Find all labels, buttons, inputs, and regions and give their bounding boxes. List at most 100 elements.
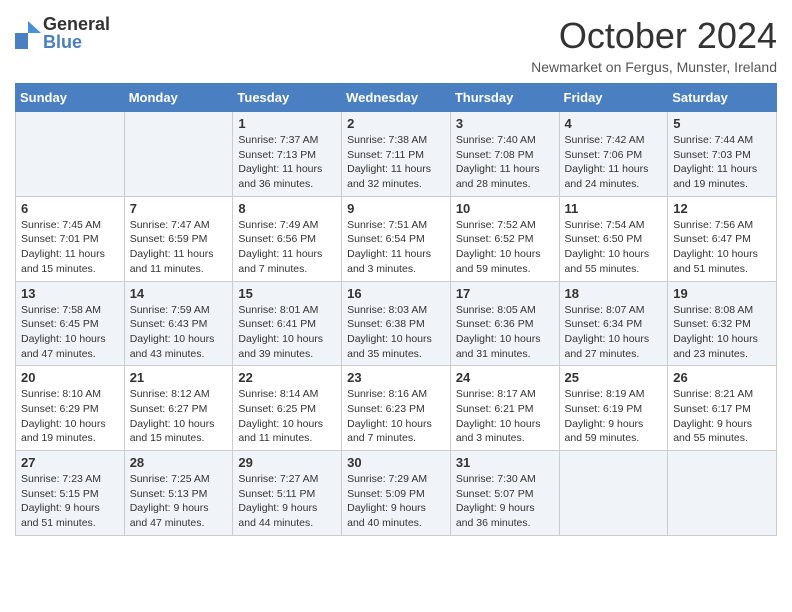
day-number: 3 [456,116,554,131]
day-cell: 4Sunrise: 7:42 AMSunset: 7:06 PMDaylight… [559,112,668,197]
day-cell: 18 Sunrise: 8:07 AMSunset: 6:34 PMDayligh… [559,281,668,366]
day-info: Sunrise: 8:14 AMSunset: 6:25 PMDaylight:… [238,388,323,444]
col-header-wednesday: Wednesday [342,84,451,112]
day-info: Sunrise: 8:19 AMSunset: 6:19 PMDaylight:… [565,388,645,444]
day-info: Sunrise: 8:16 AMSunset: 6:23 PMDaylight:… [347,388,432,444]
day-cell: 14 Sunrise: 7:59 AMSunset: 6:43 PMDayligh… [124,281,233,366]
day-cell [668,451,777,536]
day-info: Sunrise: 8:07 AMSunset: 6:34 PMDaylight:… [565,304,650,360]
day-number: 19 [673,286,771,301]
day-info: Sunrise: 7:29 AMSunset: 5:09 PMDaylight:… [347,473,427,529]
day-cell: 7 Sunrise: 7:47 AMSunset: 6:59 PMDaylight… [124,196,233,281]
day-info: Sunrise: 8:05 AMSunset: 6:36 PMDaylight:… [456,304,541,360]
day-info: Sunrise: 7:45 AMSunset: 7:01 PMDaylight:… [21,219,105,275]
day-cell: 6 Sunrise: 7:45 AMSunset: 7:01 PMDaylight… [16,196,125,281]
logo: General Blue [15,15,110,53]
day-number: 9 [347,201,445,216]
col-header-tuesday: Tuesday [233,84,342,112]
day-cell: 8 Sunrise: 7:49 AMSunset: 6:56 PMDaylight… [233,196,342,281]
day-cell: 10Sunrise: 7:52 AMSunset: 6:52 PMDayligh… [450,196,559,281]
day-info: Sunrise: 7:27 AMSunset: 5:11 PMDaylight:… [238,473,318,529]
day-cell: 27 Sunrise: 7:23 AMSunset: 5:15 PMDayligh… [16,451,125,536]
day-cell: 15Sunrise: 8:01 AMSunset: 6:41 PMDayligh… [233,281,342,366]
day-cell: 26 Sunrise: 8:21 AMSunset: 6:17 PMDayligh… [668,366,777,451]
day-number: 12 [673,201,771,216]
day-info: Sunrise: 7:23 AMSunset: 5:15 PMDaylight:… [21,473,101,529]
day-cell: 17 Sunrise: 8:05 AMSunset: 6:36 PMDayligh… [450,281,559,366]
day-cell: 30 Sunrise: 7:29 AMSunset: 5:09 PMDayligh… [342,451,451,536]
day-cell: 13Sunrise: 7:58 AMSunset: 6:45 PMDayligh… [16,281,125,366]
day-info: Sunrise: 8:12 AMSunset: 6:27 PMDaylight:… [130,388,215,444]
day-info: Sunrise: 7:37 AMSunset: 7:13 PMDaylight:… [238,134,322,190]
day-cell: 20Sunrise: 8:10 AMSunset: 6:29 PMDayligh… [16,366,125,451]
day-info: Sunrise: 7:59 AMSunset: 6:43 PMDaylight:… [130,304,215,360]
day-info: Sunrise: 7:44 AMSunset: 7:03 PMDaylight:… [673,134,757,190]
col-header-friday: Friday [559,84,668,112]
day-info: Sunrise: 7:51 AMSunset: 6:54 PMDaylight:… [347,219,431,275]
location-subtitle: Newmarket on Fergus, Munster, Ireland [531,59,777,75]
day-number: 2 [347,116,445,131]
day-cell [16,112,125,197]
day-info: Sunrise: 7:56 AMSunset: 6:47 PMDaylight:… [673,219,758,275]
day-number: 23 [347,370,445,385]
day-number: 30 [347,455,445,470]
day-info: Sunrise: 7:30 AMSunset: 5:07 PMDaylight:… [456,473,536,529]
day-number: 26 [673,370,771,385]
day-info: Sunrise: 8:03 AMSunset: 6:38 PMDaylight:… [347,304,432,360]
title-block: October 2024 Newmarket on Fergus, Munste… [531,15,777,75]
day-cell: 24 Sunrise: 8:17 AMSunset: 6:21 PMDayligh… [450,366,559,451]
day-cell: 3 Sunrise: 7:40 AMSunset: 7:08 PMDaylight… [450,112,559,197]
day-info: Sunrise: 7:47 AMSunset: 6:59 PMDaylight:… [130,219,214,275]
day-number: 18 [565,286,663,301]
day-cell: 5 Sunrise: 7:44 AMSunset: 7:03 PMDaylight… [668,112,777,197]
day-cell: 11 Sunrise: 7:54 AMSunset: 6:50 PMDayligh… [559,196,668,281]
day-info: Sunrise: 7:52 AMSunset: 6:52 PMDaylight:… [456,219,541,275]
col-header-sunday: Sunday [16,84,125,112]
day-cell: 12 Sunrise: 7:56 AMSunset: 6:47 PMDayligh… [668,196,777,281]
header-row: SundayMondayTuesdayWednesdayThursdayFrid… [16,84,777,112]
day-number: 28 [130,455,228,470]
day-cell: 22 Sunrise: 8:14 AMSunset: 6:25 PMDayligh… [233,366,342,451]
day-info: Sunrise: 8:17 AMSunset: 6:21 PMDaylight:… [456,388,541,444]
week-row-1: 1 Sunrise: 7:37 AMSunset: 7:13 PMDaylight… [16,112,777,197]
day-number: 14 [130,286,228,301]
week-row-4: 20Sunrise: 8:10 AMSunset: 6:29 PMDayligh… [16,366,777,451]
day-info: Sunrise: 7:25 AMSunset: 5:13 PMDaylight:… [130,473,210,529]
day-number: 21 [130,370,228,385]
day-number: 5 [673,116,771,131]
day-number: 27 [21,455,119,470]
week-row-2: 6 Sunrise: 7:45 AMSunset: 7:01 PMDaylight… [16,196,777,281]
day-cell: 21 Sunrise: 8:12 AMSunset: 6:27 PMDayligh… [124,366,233,451]
day-cell: 16 Sunrise: 8:03 AMSunset: 6:38 PMDayligh… [342,281,451,366]
day-number: 6 [21,201,119,216]
day-number: 11 [565,201,663,216]
day-number: 17 [456,286,554,301]
day-cell: 31 Sunrise: 7:30 AMSunset: 5:07 PMDayligh… [450,451,559,536]
day-number: 22 [238,370,336,385]
day-info: Sunrise: 7:49 AMSunset: 6:56 PMDaylight:… [238,219,322,275]
day-number: 7 [130,201,228,216]
logo-icon [15,19,41,49]
day-cell: 9 Sunrise: 7:51 AMSunset: 6:54 PMDaylight… [342,196,451,281]
day-number: 24 [456,370,554,385]
day-cell: 28 Sunrise: 7:25 AMSunset: 5:13 PMDayligh… [124,451,233,536]
week-row-3: 13Sunrise: 7:58 AMSunset: 6:45 PMDayligh… [16,281,777,366]
week-row-5: 27 Sunrise: 7:23 AMSunset: 5:15 PMDayligh… [16,451,777,536]
day-info: Sunrise: 7:38 AMSunset: 7:11 PMDaylight:… [347,134,431,190]
logo-blue-text: Blue [43,33,110,53]
day-cell: 19Sunrise: 8:08 AMSunset: 6:32 PMDayligh… [668,281,777,366]
day-cell: 23 Sunrise: 8:16 AMSunset: 6:23 PMDayligh… [342,366,451,451]
day-number: 16 [347,286,445,301]
day-number: 1 [238,116,336,131]
day-info: Sunrise: 7:58 AMSunset: 6:45 PMDaylight:… [21,304,106,360]
month-title: October 2024 [531,15,777,57]
day-number: 4 [565,116,663,131]
day-number: 8 [238,201,336,216]
day-cell: 29Sunrise: 7:27 AMSunset: 5:11 PMDayligh… [233,451,342,536]
day-info: Sunrise: 7:54 AMSunset: 6:50 PMDaylight:… [565,219,650,275]
col-header-monday: Monday [124,84,233,112]
day-info: Sunrise: 7:40 AMSunset: 7:08 PMDaylight:… [456,134,540,190]
day-info: Sunrise: 8:10 AMSunset: 6:29 PMDaylight:… [21,388,106,444]
day-number: 31 [456,455,554,470]
day-info: Sunrise: 8:21 AMSunset: 6:17 PMDaylight:… [673,388,753,444]
